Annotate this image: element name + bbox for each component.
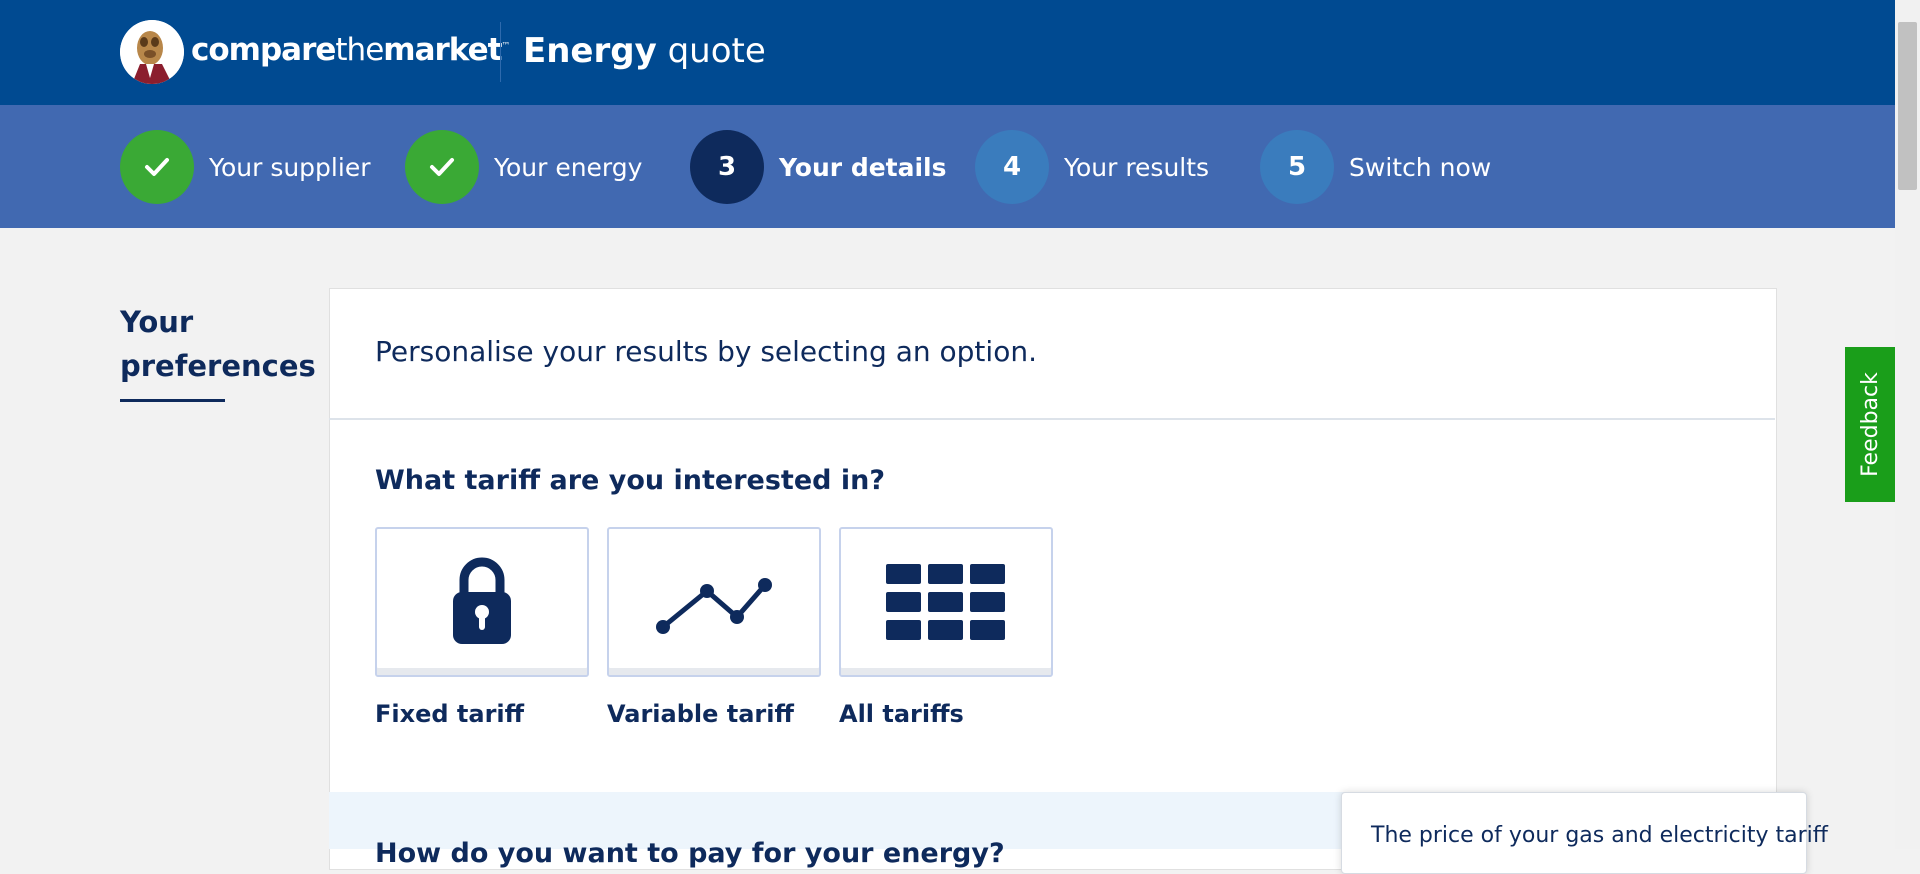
fixed-tariff-option[interactable]: [375, 527, 589, 677]
meerkat-logo-icon[interactable]: [120, 20, 184, 84]
step-label: Switch now: [1349, 152, 1492, 182]
all-tariffs-label[interactable]: All tariffs: [839, 700, 964, 728]
site-header: comparethemarket™ Energy quote: [0, 0, 1895, 105]
feedback-label: Feedback: [1857, 372, 1883, 477]
step-your-energy[interactable]: Your energy: [405, 130, 642, 204]
step-switch-now: 5 Switch now: [1260, 130, 1491, 204]
fixed-tariff-label[interactable]: Fixed tariff: [375, 700, 524, 728]
step-number: 5: [1260, 130, 1334, 204]
intro-text: Personalise your results by selecting an…: [375, 335, 1037, 368]
page-title: Energy quote: [523, 31, 766, 71]
checkmark-icon: [120, 130, 194, 204]
divider: [329, 418, 1775, 420]
header-divider: [500, 22, 501, 82]
step-your-results: 4 Your results: [975, 130, 1209, 204]
progress-bar: Your supplier Your energy 3 Your details…: [0, 105, 1895, 228]
step-label: Your results: [1064, 152, 1210, 182]
grid-icon: [886, 564, 1005, 640]
step-label: Your details: [779, 152, 947, 182]
step-label: Your supplier: [209, 152, 371, 182]
heading-underline: [120, 399, 225, 402]
step-label: Your energy: [494, 152, 643, 182]
brand-logo-text[interactable]: comparethemarket™: [191, 32, 510, 68]
checkmark-icon: [405, 130, 479, 204]
variable-tariff-label[interactable]: Variable tariff: [607, 700, 794, 728]
padlock-icon: [453, 557, 511, 644]
step-your-details: 3 Your details: [690, 130, 947, 204]
scrollbar-thumb[interactable]: [1898, 22, 1917, 190]
step-number: 3: [690, 130, 764, 204]
section-heading: Your preferences: [120, 305, 316, 383]
line-graph-icon: [656, 578, 772, 634]
all-tariffs-option[interactable]: [839, 527, 1053, 677]
tooltip-text: The price of your gas and electricity ta…: [1371, 823, 1828, 848]
step-your-supplier[interactable]: Your supplier: [120, 130, 370, 204]
step-number: 4: [975, 130, 1049, 204]
tariff-question: What tariff are you interested in?: [375, 465, 885, 496]
payment-question: How do you want to pay for your energy?: [375, 838, 1005, 869]
variable-tariff-option[interactable]: [607, 527, 821, 677]
feedback-button[interactable]: Feedback: [1845, 347, 1895, 502]
